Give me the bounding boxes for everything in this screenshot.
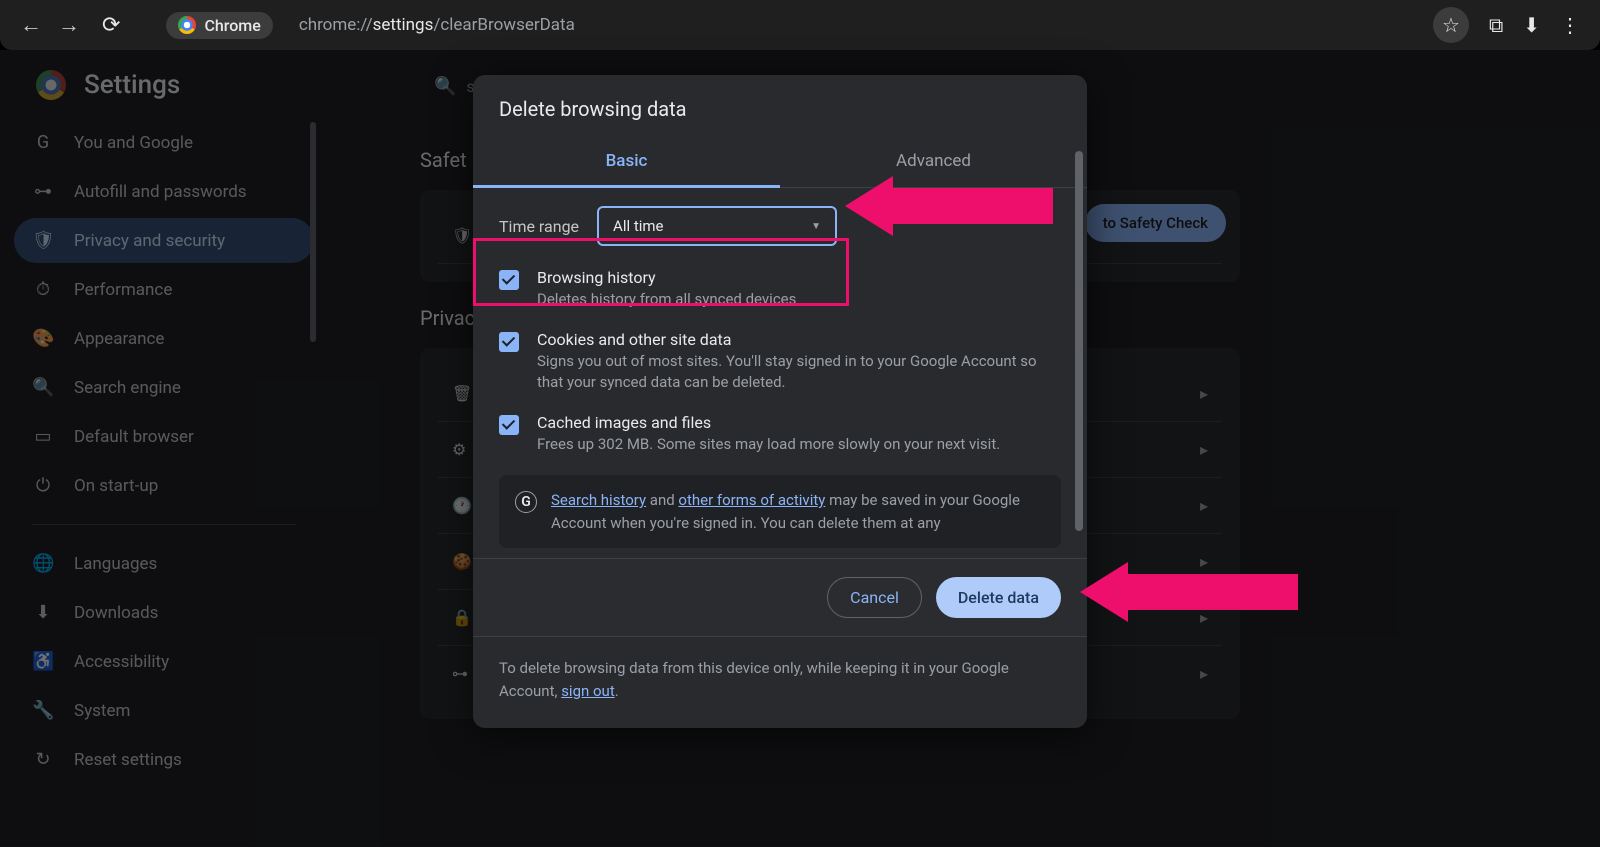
back-button[interactable]: ← bbox=[20, 12, 42, 38]
tab-basic[interactable]: Basic bbox=[473, 139, 780, 188]
address-bar[interactable]: chrome://settings/clearBrowserData bbox=[299, 15, 575, 35]
checkbox[interactable] bbox=[499, 270, 519, 290]
dialog-actions: Cancel Delete data bbox=[473, 558, 1087, 636]
check-row: Cached images and files Frees up 302 MB.… bbox=[499, 413, 1061, 455]
search-history-link[interactable]: Search history bbox=[551, 491, 646, 509]
downloads-icon[interactable]: ⬇ bbox=[1523, 13, 1540, 37]
dialog-title: Delete browsing data bbox=[473, 75, 1087, 139]
check-desc: Frees up 302 MB. Some sites may load mor… bbox=[537, 434, 1000, 455]
check-text: Browsing history Deletes history from al… bbox=[537, 268, 796, 310]
time-range-label: Time range bbox=[499, 217, 579, 236]
delete-data-button[interactable]: Delete data bbox=[936, 577, 1061, 618]
site-chip-label: Chrome bbox=[204, 16, 260, 35]
extensions-icon[interactable]: ⧉ bbox=[1489, 13, 1503, 37]
time-range-value: All time bbox=[613, 217, 663, 235]
bookmark-icon[interactable]: ☆ bbox=[1433, 7, 1469, 43]
time-range-select[interactable]: All time ▼ bbox=[597, 206, 837, 246]
check-desc: Signs you out of most sites. You'll stay… bbox=[537, 351, 1061, 393]
dialog-footer: To delete browsing data from this device… bbox=[473, 636, 1087, 728]
info-text: Search history and other forms of activi… bbox=[551, 489, 1045, 534]
menu-icon[interactable]: ⋮ bbox=[1560, 13, 1580, 37]
chrome-icon bbox=[178, 16, 196, 34]
nav-buttons: ← → ⟳ bbox=[20, 12, 120, 38]
chevron-down-icon: ▼ bbox=[811, 221, 821, 232]
google-icon: G bbox=[515, 491, 537, 513]
forward-button[interactable]: → bbox=[58, 12, 80, 38]
check-title: Browsing history bbox=[537, 268, 796, 287]
site-chip[interactable]: Chrome bbox=[166, 12, 272, 39]
tab-advanced[interactable]: Advanced bbox=[780, 139, 1087, 187]
reload-button[interactable]: ⟳ bbox=[102, 13, 120, 38]
check-title: Cached images and files bbox=[537, 413, 1000, 432]
dialog-scrollbar[interactable] bbox=[1075, 151, 1083, 531]
dialog-body: Time range All time ▼ Browsing history D… bbox=[473, 188, 1087, 558]
checkbox[interactable] bbox=[499, 332, 519, 352]
check-desc: Deletes history from all synced devices bbox=[537, 289, 796, 310]
delete-browsing-data-dialog: Delete browsing data Basic Advanced Time… bbox=[473, 75, 1087, 728]
checkbox[interactable] bbox=[499, 415, 519, 435]
browser-toolbar: ← → ⟳ Chrome chrome://settings/clearBrow… bbox=[0, 0, 1600, 50]
sign-out-link[interactable]: sign out bbox=[561, 682, 615, 700]
toolbar-right: ☆ ⧉ ⬇ ⋮ bbox=[1433, 7, 1580, 43]
time-range-row: Time range All time ▼ bbox=[499, 206, 1061, 246]
dialog-tabs: Basic Advanced bbox=[473, 139, 1087, 188]
check-row: Browsing history Deletes history from al… bbox=[499, 268, 1061, 310]
google-account-info: G Search history and other forms of acti… bbox=[499, 475, 1061, 548]
check-row: Cookies and other site data Signs you ou… bbox=[499, 330, 1061, 393]
check-text: Cached images and files Frees up 302 MB.… bbox=[537, 413, 1000, 455]
cancel-button[interactable]: Cancel bbox=[827, 577, 922, 618]
check-text: Cookies and other site data Signs you ou… bbox=[537, 330, 1061, 393]
check-title: Cookies and other site data bbox=[537, 330, 1061, 349]
other-activity-link[interactable]: other forms of activity bbox=[678, 491, 825, 509]
